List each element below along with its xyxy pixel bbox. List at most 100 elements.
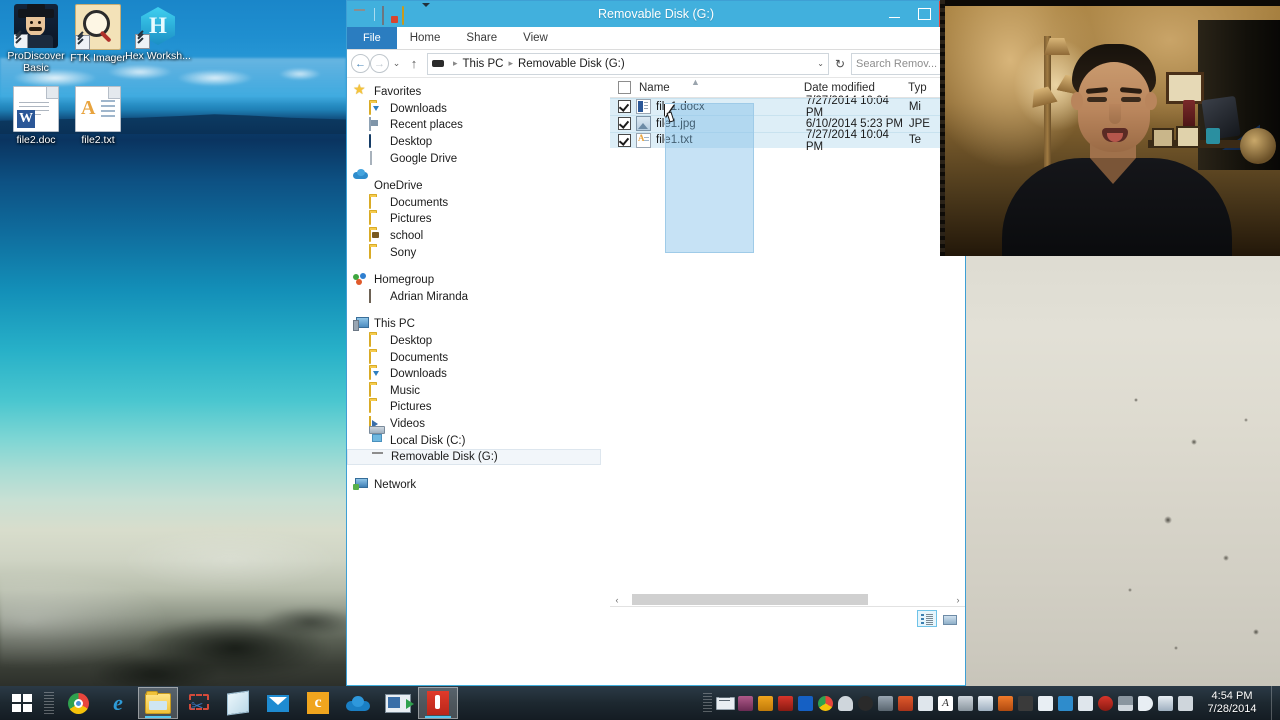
system-tray[interactable]: A xyxy=(712,694,1199,713)
tray-grip[interactable] xyxy=(703,693,712,713)
drive-icon[interactable] xyxy=(352,7,367,22)
breadcrumb[interactable]: ▸ This PC ▸ Removable Disk (G:) ⌄ xyxy=(427,52,829,75)
display-icon[interactable] xyxy=(1056,694,1075,713)
row-checkbox[interactable] xyxy=(618,100,631,114)
clock[interactable]: 4:54 PM 7/28/2014 xyxy=(1199,690,1271,716)
sidebar-item-pc-documents[interactable]: Documents xyxy=(347,349,609,366)
taskbar-item-mail[interactable] xyxy=(258,687,298,719)
desktop-icon-hex-workshop[interactable]: H Hex Worksh... xyxy=(122,4,194,63)
antivirus-icon[interactable] xyxy=(776,694,795,713)
sidebar-item-homegroup[interactable]: Homegroup xyxy=(347,272,609,289)
chevron-down-icon[interactable] xyxy=(422,2,437,24)
chevron-down-icon[interactable]: ⌄ xyxy=(813,59,824,68)
action-center-icon[interactable] xyxy=(1176,694,1195,713)
taskbar-item-red-app[interactable] xyxy=(418,687,458,719)
select-all-checkbox[interactable] xyxy=(618,81,631,94)
sidebar-item-downloads[interactable]: Downloads xyxy=(347,100,609,118)
volume-icon[interactable] xyxy=(1136,694,1155,713)
sidebar-item-local-disk-c[interactable]: Local Disk (C:) xyxy=(347,432,609,449)
minimize-button[interactable] xyxy=(879,1,909,27)
user-icon[interactable] xyxy=(736,694,755,713)
maximize-button[interactable] xyxy=(909,1,939,27)
sidebar-item-videos[interactable]: Videos xyxy=(347,415,609,433)
new-folder-icon[interactable] xyxy=(402,5,417,25)
scrollbar-track[interactable] xyxy=(624,594,951,605)
scroll-left-arrow[interactable]: ‹ xyxy=(610,595,624,605)
sidebar-item-sony[interactable]: Sony xyxy=(347,244,609,261)
sidebar-item-removable-disk-g[interactable]: Removable Disk (G:) xyxy=(347,448,601,466)
properties-icon[interactable] xyxy=(382,5,397,25)
taskbar-item-sticky-notes[interactable] xyxy=(218,687,258,719)
horizontal-scrollbar[interactable]: ‹ › xyxy=(610,592,965,607)
alert-icon[interactable] xyxy=(896,694,915,713)
show-desktop-button[interactable] xyxy=(1271,686,1280,720)
warning-icon[interactable] xyxy=(876,694,895,713)
taskbar-item-vm-app[interactable] xyxy=(378,687,418,719)
file-list-pane[interactable]: Name ▲ Date modified Typ file1.docx 7/27… xyxy=(610,78,965,629)
tab-view[interactable]: View xyxy=(510,27,561,49)
sidebar-item-adrian-miranda[interactable]: Adrian Miranda xyxy=(347,288,609,306)
taskbar-item-file-explorer[interactable] xyxy=(138,687,178,719)
forward-button[interactable]: → xyxy=(370,54,389,73)
sidebar-item-this-pc[interactable]: This PC xyxy=(347,316,609,333)
doc-icon[interactable] xyxy=(1076,694,1095,713)
up-button[interactable]: ↑ xyxy=(404,54,424,74)
bluetooth-icon[interactable] xyxy=(796,694,815,713)
scrollbar-thumb[interactable] xyxy=(632,594,868,605)
quick-access-toolbar[interactable] xyxy=(347,2,437,25)
row-checkbox[interactable] xyxy=(618,133,631,147)
person-icon[interactable] xyxy=(756,694,775,713)
sync-icon[interactable] xyxy=(956,694,975,713)
monitor-icon[interactable] xyxy=(976,694,995,713)
column-headers[interactable]: Name ▲ Date modified Typ xyxy=(610,78,965,98)
power-icon[interactable] xyxy=(1156,694,1175,713)
table-row[interactable]: file1.docx 7/27/2014 10:04 PM Mi xyxy=(610,95,965,119)
bug-icon[interactable] xyxy=(1096,694,1115,713)
download-icon[interactable] xyxy=(996,694,1015,713)
table-row[interactable]: file1.jpg 6/10/2014 5:23 PM JPE xyxy=(610,114,965,132)
title-bar[interactable]: Removable Disk (G:) xyxy=(347,1,965,27)
tab-file[interactable]: File xyxy=(347,27,397,49)
bell-icon[interactable] xyxy=(836,694,855,713)
sidebar-item-favorites[interactable]: Favorites xyxy=(347,81,609,101)
sidebar-item-google-drive[interactable]: Google Drive xyxy=(347,150,609,167)
scroll-right-arrow[interactable]: › xyxy=(951,595,965,605)
taskbar-item-snipping-tool[interactable] xyxy=(178,687,218,719)
sidebar-item-recent-places[interactable]: Recent places xyxy=(347,117,609,134)
sidebar-item-pc-desktop[interactable]: Desktop xyxy=(347,333,609,350)
sidebar-item-pc-downloads[interactable]: Downloads xyxy=(347,366,609,383)
navigation-pane[interactable]: Favorites Downloads Recent places Deskto… xyxy=(347,78,610,629)
update-icon[interactable] xyxy=(856,694,875,713)
breadcrumb-removable-disk[interactable]: Removable Disk (G:) xyxy=(518,58,625,70)
back-button[interactable]: ← xyxy=(351,54,370,73)
table-row[interactable]: file1.txt 7/27/2014 10:04 PM Te xyxy=(610,129,965,153)
file-explorer-window[interactable]: Removable Disk (G:) File Home Share View… xyxy=(346,0,966,690)
breadcrumb-this-pc[interactable]: This PC xyxy=(463,58,504,70)
taskbar-item-c-app[interactable]: c xyxy=(298,687,338,719)
sidebar-item-network[interactable]: Network xyxy=(347,476,609,493)
details-view-button[interactable] xyxy=(917,609,937,627)
large-icons-view-button[interactable] xyxy=(939,610,959,627)
refresh-button[interactable]: ↻ xyxy=(832,57,848,71)
shield-icon[interactable] xyxy=(1036,694,1055,713)
sidebar-item-onedrive[interactable]: OneDrive xyxy=(347,178,609,195)
desktop-icon-file2-txt[interactable]: A file2.txt xyxy=(62,86,134,147)
tab-home[interactable]: Home xyxy=(397,27,454,49)
battery-icon[interactable] xyxy=(1016,694,1035,713)
taskbar[interactable]: e c A 4:54 PM 7/28/2014 xyxy=(0,686,1280,720)
font-icon[interactable]: A xyxy=(936,694,955,713)
column-header-name[interactable]: Name ▲ xyxy=(639,78,804,94)
column-header-date-modified[interactable]: Date modified xyxy=(804,82,908,94)
taskbar-item-onedrive[interactable] xyxy=(338,687,378,719)
sidebar-item-music[interactable]: Music xyxy=(347,382,609,400)
signal-icon[interactable] xyxy=(1116,694,1135,713)
sidebar-item-onedrive-pictures[interactable]: Pictures xyxy=(347,211,609,228)
row-checkbox[interactable] xyxy=(618,117,631,131)
start-button[interactable] xyxy=(0,686,44,720)
taskbar-grip[interactable] xyxy=(44,692,54,714)
chrome-tray-icon[interactable] xyxy=(816,694,835,713)
error-icon[interactable] xyxy=(916,694,935,713)
keyboard-icon[interactable] xyxy=(716,694,735,713)
recent-locations-dropdown[interactable]: ⌄ xyxy=(389,54,404,74)
view-buttons[interactable] xyxy=(917,609,965,627)
